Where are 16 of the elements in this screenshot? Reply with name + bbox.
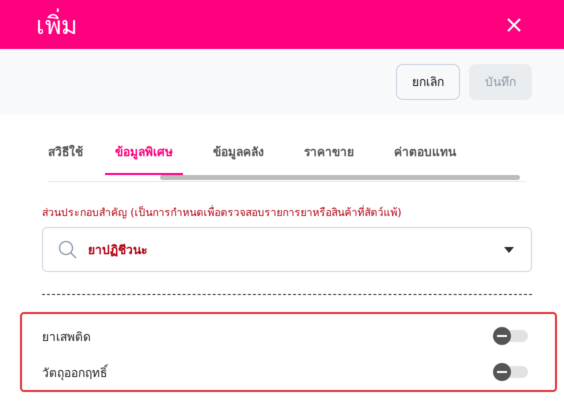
cancel-button[interactable]: ยกเลิก bbox=[396, 64, 460, 100]
tab[interactable]: ข้อมูลคลัง bbox=[213, 132, 264, 175]
caret-icon bbox=[504, 246, 514, 252]
dialog-title: เพิ่ม bbox=[36, 8, 77, 42]
scrollbar-thumb[interactable] bbox=[160, 175, 520, 180]
field-label: ส่วนประกอบสำคัญ (เป็นการกำหนดเพื่อตรวจสอบรายการยาหรือสินค้าที่สัตว์แพ้) bbox=[42, 204, 403, 221]
toggle-switch[interactable] bbox=[496, 330, 528, 342]
toggle-switch[interactable] bbox=[496, 366, 528, 378]
tab[interactable]: ราคาขาย bbox=[304, 132, 354, 175]
tab[interactable]: ค่าตอบแทน bbox=[394, 132, 456, 175]
tab[interactable]: สวิธีใช้ bbox=[48, 132, 83, 175]
switch-label: ยาเสพติด bbox=[42, 328, 91, 346]
search-icon bbox=[58, 240, 78, 260]
switch-label: วัตถุออกฤทธิ์ bbox=[42, 363, 107, 382]
close-icon[interactable] bbox=[506, 16, 522, 32]
select-field[interactable]: ยาปฏิชีวนะ bbox=[42, 227, 532, 272]
